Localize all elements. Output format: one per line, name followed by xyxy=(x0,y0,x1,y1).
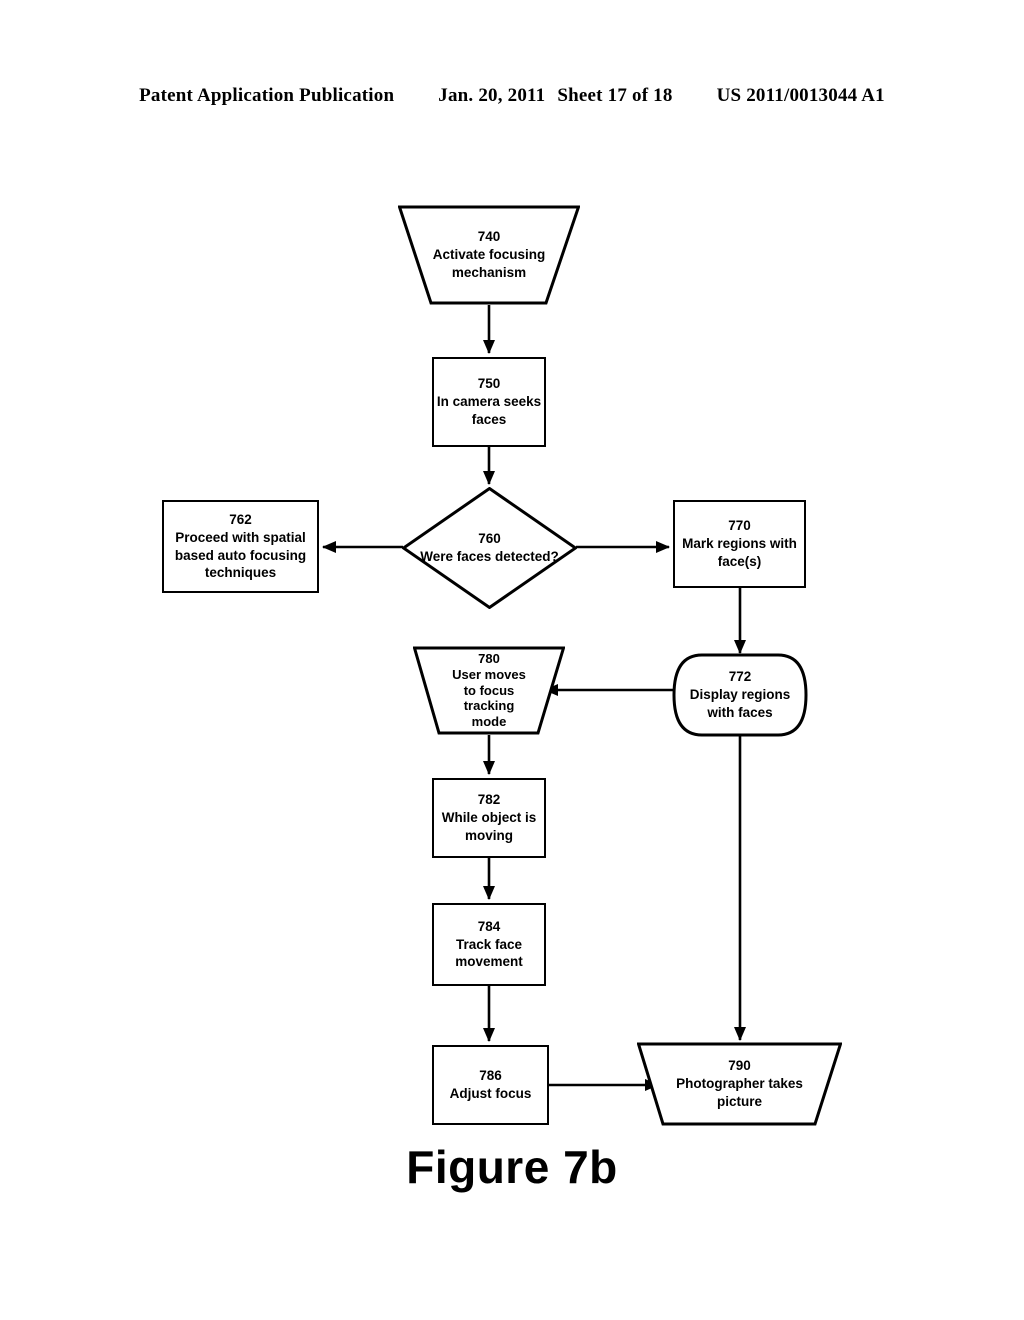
node-784-track-face-movement[interactable]: 784 Track face movement xyxy=(432,903,546,986)
node-770-mark-regions-with-faces[interactable]: 770 Mark regions with face(s) xyxy=(673,500,806,588)
node-label: Were faces detected? xyxy=(420,549,559,564)
node-number: 760 xyxy=(478,531,501,547)
node-label: Adjust focus xyxy=(449,1086,532,1101)
node-number: 780 xyxy=(478,650,500,666)
node-780-user-moves-to-focus-tracking-mode[interactable]: 780 User moves to focus tracking mode xyxy=(413,646,565,735)
node-number: 762 xyxy=(229,511,252,527)
node-number: 784 xyxy=(477,918,501,934)
node-label: Activate focusing mechanism xyxy=(432,247,546,280)
node-750-in-camera-seeks-faces[interactable]: 750 In camera seeks faces xyxy=(432,357,546,447)
node-label: Mark regions with face(s) xyxy=(682,536,797,569)
node-number: 782 xyxy=(477,792,501,808)
node-790-photographer-takes-picture[interactable]: 790 Photographer takes picture xyxy=(637,1042,842,1126)
node-782-while-object-is-moving[interactable]: 782 While object is moving xyxy=(432,778,546,858)
node-number: 790 xyxy=(728,1058,751,1074)
node-number: 772 xyxy=(728,669,752,685)
node-label: User moves to focus tracking mode xyxy=(452,666,526,730)
flowchart-diagram: 740 Activate focusing mechanism 750 In ca… xyxy=(0,0,1024,1320)
node-label: Photographer takes picture xyxy=(676,1076,803,1109)
node-number: 770 xyxy=(728,518,751,534)
node-786-adjust-focus[interactable]: 786 Adjust focus xyxy=(432,1045,549,1125)
node-label: In camera seeks faces xyxy=(436,394,542,427)
node-label: Proceed with spatial based auto focusing t… xyxy=(174,529,307,581)
node-740-activate-focusing-mechanism[interactable]: 740 Activate focusing mechanism xyxy=(398,205,580,305)
node-label: While object is moving xyxy=(441,810,537,843)
node-760-were-faces-detected[interactable]: 760 Were faces detected? xyxy=(402,487,577,609)
node-772-display-regions-with-faces[interactable]: 772 Display regions with faces xyxy=(672,653,808,737)
node-762-proceed-spatial-auto-focusing[interactable]: 762 Proceed with spatial based auto focus… xyxy=(162,500,319,593)
node-label: Track face movement xyxy=(455,936,523,970)
node-number: 750 xyxy=(477,376,501,392)
node-number: 786 xyxy=(479,1068,502,1084)
node-label: Display regions with faces xyxy=(689,687,791,720)
node-number: 740 xyxy=(477,229,501,245)
